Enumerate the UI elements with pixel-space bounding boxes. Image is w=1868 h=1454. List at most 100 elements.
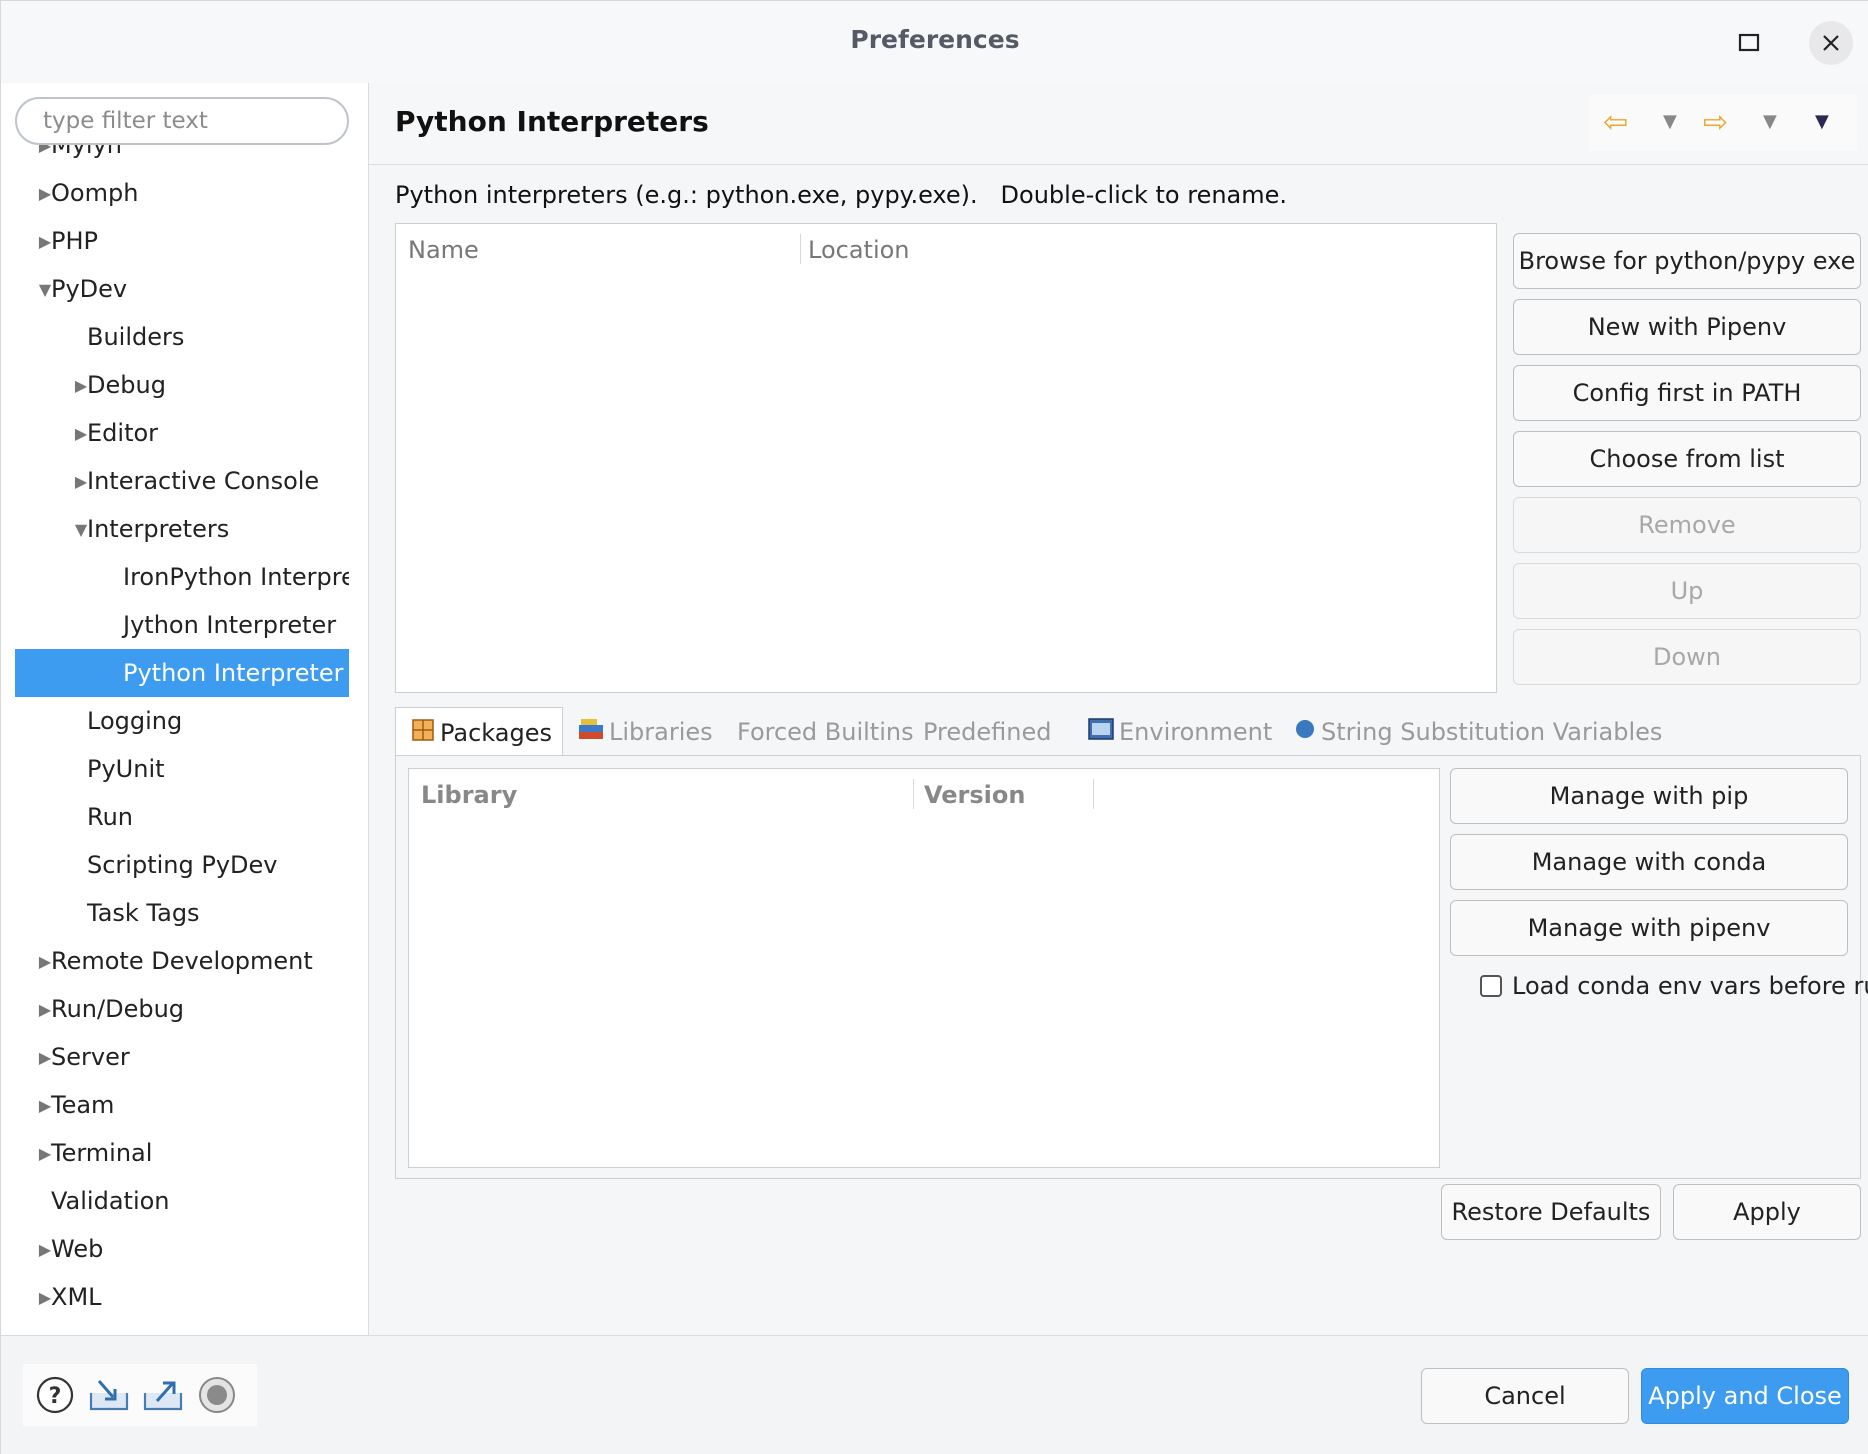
choose-from-list-button[interactable]: Choose from list — [1513, 431, 1861, 487]
tab-label: String Substitution Variables — [1321, 718, 1663, 746]
restore-defaults-button[interactable]: Restore Defaults — [1441, 1184, 1661, 1240]
bottom-tool-icons: ? — [23, 1364, 257, 1426]
packages-tab-panel: Library Version Manage with pip Manage wi… — [395, 755, 1868, 1179]
tree-item-php[interactable]: ▶ PHP — [15, 217, 349, 265]
tree-item-validation[interactable]: Validation — [15, 1177, 349, 1225]
tree-item-label: Interpreters — [87, 515, 230, 543]
tree-item-server[interactable]: ▶ Server — [15, 1033, 349, 1081]
close-icon — [1823, 35, 1839, 51]
tree-item-task-tags[interactable]: Task Tags — [15, 889, 349, 937]
filter-input[interactable] — [15, 97, 349, 145]
packages-table[interactable]: Library Version — [408, 768, 1440, 1168]
forward-history-dropdown-icon[interactable]: ▼ — [1763, 111, 1777, 132]
tree-item-label: Interactive Console — [87, 467, 320, 495]
tree-item-label: Web — [51, 1235, 104, 1263]
tab-string-substitution-variables[interactable]: String Substitution Variables — [1287, 707, 1662, 757]
column-header-location[interactable]: Location — [808, 236, 910, 264]
svg-text:?: ? — [49, 1384, 62, 1409]
tree-item-python-interpreter[interactable]: Python Interpreter — [15, 649, 349, 697]
tree-item-label: Terminal — [51, 1139, 153, 1167]
tree-item-label: Oomph — [51, 179, 139, 207]
tree-item-builders[interactable]: Builders — [15, 313, 349, 361]
tab-predefined[interactable]: Predefined — [917, 707, 1073, 757]
tab-forced-builtins[interactable]: Forced Builtins — [731, 707, 914, 757]
tree-item-label: PHP — [51, 227, 98, 255]
interpreters-table[interactable]: Name Location — [395, 223, 1497, 693]
manage-with-pipenv-button[interactable]: Manage with pipenv — [1450, 900, 1848, 956]
tab-libraries[interactable]: Libraries — [571, 707, 721, 757]
tree-item-label: Run — [87, 803, 134, 831]
tree-item-editor[interactable]: ▶ Editor — [15, 409, 349, 457]
tree-item-mylyn[interactable]: ▶ Mylyn — [15, 145, 349, 169]
environment-icon — [1087, 716, 1115, 748]
maximize-button[interactable] — [1727, 21, 1771, 65]
tree-item-label: Run/Debug — [51, 995, 185, 1023]
tree-item-debug[interactable]: ▶ Debug — [15, 361, 349, 409]
load-conda-env-checkbox[interactable] — [1480, 975, 1502, 997]
tree-item-interpreters[interactable]: ▼ Interpreters — [15, 505, 349, 553]
load-conda-env-label[interactable]: Load conda env vars before run? — [1512, 972, 1868, 1000]
load-conda-env-option[interactable]: Load conda env vars before run? — [1480, 972, 1868, 1000]
libraries-icon — [577, 716, 605, 748]
column-header-library[interactable]: Library — [421, 781, 517, 809]
tree-item-xml[interactable]: ▶ XML — [15, 1273, 349, 1321]
remove-button[interactable]: Remove — [1513, 497, 1861, 553]
maximize-icon — [1738, 33, 1760, 52]
apply-button[interactable]: Apply — [1673, 1184, 1861, 1240]
tree-item-label: Server — [51, 1043, 130, 1071]
help-icon[interactable]: ? — [33, 1373, 77, 1417]
tree-item-team[interactable]: ▶ Team — [15, 1081, 349, 1129]
tree-item-scripting-pydev[interactable]: Scripting PyDev — [15, 841, 349, 889]
manage-with-pip-button[interactable]: Manage with pip — [1450, 768, 1848, 824]
down-button[interactable]: Down — [1513, 629, 1861, 685]
tree-item-logging[interactable]: Logging — [15, 697, 349, 745]
import-preferences-icon[interactable] — [87, 1373, 131, 1417]
tab-label: Environment — [1119, 718, 1273, 746]
tree-item-label: PyDev — [51, 275, 128, 303]
export-preferences-icon[interactable] — [141, 1373, 185, 1417]
back-history-dropdown-icon[interactable]: ▼ — [1663, 111, 1677, 132]
column-header-version[interactable]: Version — [924, 781, 1025, 809]
tree-item-label: Debug — [87, 371, 166, 399]
apply-and-close-button[interactable]: Apply and Close — [1641, 1368, 1849, 1424]
column-separator[interactable] — [913, 779, 914, 809]
tab-packages[interactable]: Packages — [395, 707, 563, 757]
tree-item-label: Task Tags — [87, 899, 200, 927]
window-title: Preferences — [850, 25, 1020, 54]
up-button[interactable]: Up — [1513, 563, 1861, 619]
tree-item-terminal[interactable]: ▶ Terminal — [15, 1129, 349, 1177]
page-description: Python interpreters (e.g.: python.exe, p… — [395, 181, 1288, 209]
cancel-button[interactable]: Cancel — [1421, 1368, 1629, 1424]
tree-item-oomph[interactable]: ▶ Oomph — [15, 169, 349, 217]
column-separator[interactable] — [1093, 779, 1094, 809]
record-icon[interactable] — [195, 1373, 239, 1417]
preferences-window: Preferences ▶Mylyn▶Oomph▶PHP▼PyDevBuilde… — [0, 0, 1868, 1454]
config-first-in-path-button[interactable]: Config first in PATH — [1513, 365, 1861, 421]
tree-item-ironpython-interpreter[interactable]: IronPython Interpreter — [15, 553, 349, 601]
column-header-name[interactable]: Name — [408, 236, 479, 264]
close-button[interactable] — [1809, 21, 1853, 65]
tree-item-jython-interpreter[interactable]: Jython Interpreter — [15, 601, 349, 649]
column-separator[interactable] — [800, 234, 801, 264]
tree-item-label: Editor — [87, 419, 159, 447]
tree-item-remote-development[interactable]: ▶ Remote Development — [15, 937, 349, 985]
tree-item-run[interactable]: Run — [15, 793, 349, 841]
tree-item-pydev[interactable]: ▼ PyDev — [15, 265, 349, 313]
tree-item-run-debug[interactable]: ▶ Run/Debug — [15, 985, 349, 1033]
browse-for-python-pypy-exe-button[interactable]: Browse for python/pypy exe — [1513, 233, 1861, 289]
tree-item-interactive-console[interactable]: ▶ Interactive Console — [15, 457, 349, 505]
view-menu-icon[interactable]: ▼ — [1815, 111, 1829, 132]
back-arrow-icon[interactable]: ⇦ — [1603, 105, 1628, 140]
tree-item-web[interactable]: ▶ Web — [15, 1225, 349, 1273]
tree-item-label: IronPython Interpreter — [123, 563, 349, 591]
tree-item-label: Jython Interpreter — [123, 611, 337, 639]
forward-arrow-icon[interactable]: ⇨ — [1703, 105, 1728, 140]
manage-with-conda-button[interactable]: Manage with conda — [1450, 834, 1848, 890]
tab-label: Libraries — [609, 718, 713, 746]
tab-environment[interactable]: Environment — [1081, 707, 1281, 757]
tree-item-pyunit[interactable]: PyUnit — [15, 745, 349, 793]
dialog-button-bar: ? Cancel Apply and Close — [1, 1335, 1868, 1454]
tree-item-label: Team — [51, 1091, 115, 1119]
tree-item-label: PyUnit — [87, 755, 165, 783]
new-with-pipenv-button[interactable]: New with Pipenv — [1513, 299, 1861, 355]
